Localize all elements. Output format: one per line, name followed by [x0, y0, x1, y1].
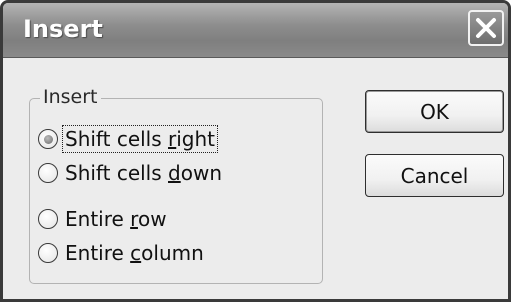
label-shift-cells-down[interactable]: Shift cells down	[63, 160, 224, 186]
radio-entire-column[interactable]	[38, 243, 58, 263]
option-shift-cells-right[interactable]: Shift cells right	[38, 124, 219, 154]
cancel-button[interactable]: Cancel	[365, 154, 504, 197]
radio-entire-row[interactable]	[38, 209, 58, 229]
option-entire-column[interactable]: Entire column	[38, 238, 206, 268]
insert-options-group: Insert Shift cells right Shift cells dow…	[29, 86, 323, 284]
close-button[interactable]	[468, 10, 504, 46]
label-entire-column[interactable]: Entire column	[63, 240, 206, 266]
option-shift-cells-down[interactable]: Shift cells down	[38, 158, 224, 188]
radio-shift-cells-down[interactable]	[38, 163, 58, 183]
title-bar[interactable]: Insert	[3, 3, 508, 58]
label-entire-row[interactable]: Entire row	[63, 206, 169, 232]
dialog-title: Insert	[23, 15, 103, 43]
option-entire-row[interactable]: Entire row	[38, 204, 169, 234]
radio-selected-dot	[43, 134, 53, 144]
insert-dialog: Insert Insert Shift cells right Shift ce…	[0, 0, 511, 302]
radio-shift-cells-right[interactable]	[38, 129, 58, 149]
group-label: Insert	[40, 86, 101, 108]
close-x-icon	[476, 18, 496, 38]
ok-button[interactable]: OK	[365, 90, 504, 133]
label-shift-cells-right[interactable]: Shift cells right	[61, 125, 219, 153]
dialog-body: Insert Shift cells right Shift cells dow…	[3, 58, 508, 299]
